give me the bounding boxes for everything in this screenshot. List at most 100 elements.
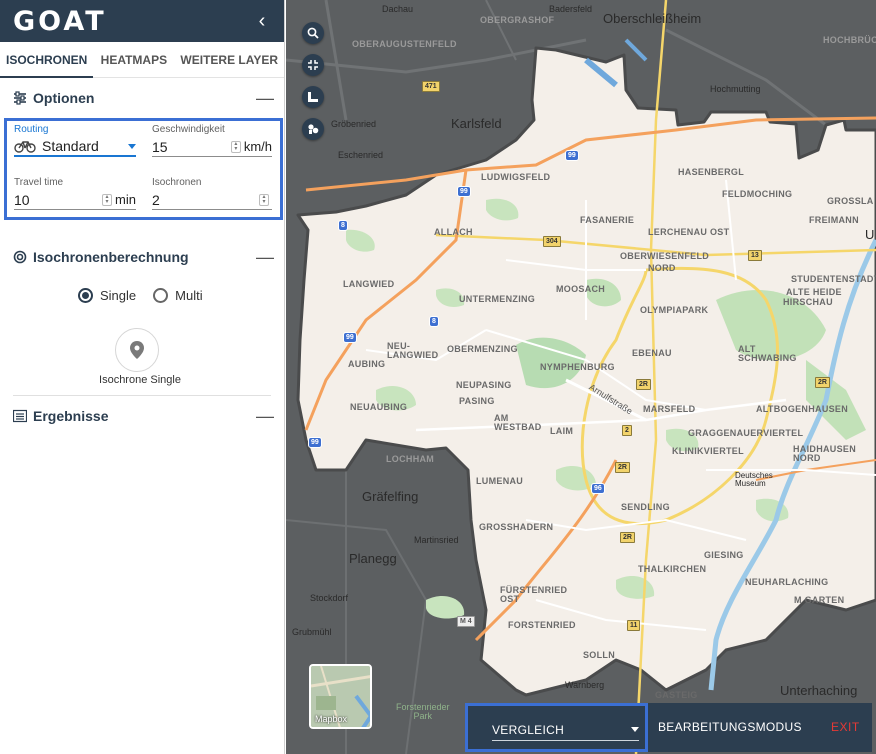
routing-label: Routing: [14, 124, 49, 135]
place-label: Unterhaching: [780, 683, 858, 698]
place-label: MARSFELD: [643, 404, 696, 414]
results-title: Ergebnisse: [33, 408, 109, 424]
tab-bar: ISOCHRONEN HEATMAPS WEITERE LAYER: [0, 42, 284, 78]
travel-time-input[interactable]: 10: [14, 192, 102, 208]
radio-multi-label[interactable]: Multi: [175, 288, 202, 303]
place-label: FORSTENRIED: [508, 620, 576, 630]
fullscreen-exit-button[interactable]: [302, 54, 324, 76]
radio-multi[interactable]: [153, 288, 169, 303]
travel-time-label: Travel time: [14, 177, 64, 188]
bottom-toolbar: VERGLEICH BEARBEITUNGSMODUS EXIT: [465, 703, 872, 752]
place-label: Gröbenried: [331, 119, 377, 129]
place-label: Karlsfeld: [451, 116, 502, 131]
place-label: FELDMOCHING: [722, 189, 793, 199]
options-highlight-box: Routing Standard Geschwindigkeit 15 ▴ ▾ k…: [4, 118, 283, 220]
sidebar: GOAT ‹ ISOCHRONEN HEATMAPS WEITERE LAYER…: [0, 0, 285, 754]
place-label: EBENAU: [632, 348, 672, 358]
place-label: SENDLING: [621, 502, 670, 512]
place-label: Hochmutting: [710, 84, 761, 94]
chevron-down-icon[interactable]: [128, 143, 136, 149]
road-shield: 2R: [615, 462, 630, 473]
edit-mode-button[interactable]: BEARBEITUNGSMODUS: [658, 720, 802, 734]
list-icon: [13, 409, 27, 423]
road-shield: 2: [622, 425, 632, 436]
place-label: STUDENTENSTADT: [791, 274, 876, 284]
place-label: ALTBOGENHAUSEN: [756, 404, 849, 414]
speed-unit: km/h: [243, 139, 272, 154]
isochrones-input[interactable]: 2: [152, 192, 259, 208]
place-label: Grubmühl: [292, 627, 332, 637]
collapse-calculation-icon[interactable]: —: [256, 248, 274, 266]
place-label: M GARTEN: [794, 595, 845, 605]
map-canvas[interactable]: [286, 0, 876, 754]
tab-isochronen[interactable]: ISOCHRONEN: [0, 42, 94, 78]
place-label: LUMENAU: [476, 476, 524, 486]
speed-field[interactable]: Geschwindigkeit 15 ▴ ▾ km/h: [152, 124, 272, 157]
collapse-results-icon[interactable]: —: [256, 407, 274, 425]
place-label: KLINIKVIERTEL: [672, 446, 744, 456]
place-label: Forstenrieder Park: [396, 702, 450, 721]
place-label: MOOSACH: [556, 284, 606, 294]
mode-radio-group: Single Multi: [78, 288, 203, 303]
options-section-header[interactable]: Optionen —: [0, 78, 284, 118]
travel-time-stepper-icon[interactable]: ▴ ▾: [102, 193, 113, 206]
app-header: GOAT ‹: [0, 0, 284, 42]
measure-button[interactable]: [302, 86, 324, 108]
place-label: Oberschleißheim: [603, 11, 702, 26]
place-label: Dachau: [382, 4, 414, 14]
place-label: UNTERMENZING: [459, 294, 536, 304]
basemap-switcher[interactable]: Mapbox: [309, 664, 372, 729]
isochrones-field[interactable]: Isochronen 2 ▴ ▾: [152, 177, 272, 210]
place-label: ALTE HEIDE: [786, 287, 842, 297]
place-label: GASTEIG: [655, 690, 698, 700]
collapse-options-icon[interactable]: —: [256, 89, 274, 107]
road-shield: 99: [308, 437, 322, 448]
place-label: THALKIRCHEN: [638, 564, 707, 574]
exit-button[interactable]: EXIT: [831, 720, 860, 734]
place-label: NORD: [648, 263, 676, 273]
place-label: HOCHBRÜCK: [823, 35, 876, 45]
mapbox-label: Mapbox: [315, 714, 348, 724]
map-layers-button[interactable]: [302, 118, 324, 140]
travel-time-field[interactable]: Travel time 10 ▴ ▾ min: [14, 177, 136, 210]
road-shield: 96: [591, 483, 605, 494]
map-pin-icon: [130, 341, 144, 359]
target-icon: [13, 250, 27, 264]
isochrone-single-button[interactable]: [115, 328, 159, 372]
place-label: OBERGRASHOF: [480, 15, 555, 25]
place-label: FÜRSTENRIED OST: [500, 585, 568, 604]
tab-weitere-layer[interactable]: WEITERE LAYER: [174, 42, 284, 78]
map-view[interactable]: Dachau Badersfeld Oberschleißheim OBERGR…: [286, 0, 876, 754]
speed-stepper-icon[interactable]: ▴ ▾: [230, 140, 241, 153]
place-label: LANGWIED: [343, 279, 395, 289]
compare-select[interactable]: VERGLEICH: [492, 719, 639, 741]
radio-single[interactable]: [78, 288, 93, 303]
speed-input[interactable]: 15: [152, 139, 231, 155]
place-label: U: [865, 227, 875, 242]
place-label: NYMPHENBURG: [540, 362, 615, 372]
road-shield: 2R: [636, 379, 651, 390]
chevron-down-icon[interactable]: [631, 727, 639, 732]
tab-heatmaps[interactable]: HEATMAPS: [93, 42, 174, 78]
chevron-left-icon[interactable]: ‹: [252, 11, 272, 31]
map-search-button[interactable]: [302, 22, 324, 44]
calculation-section-header[interactable]: Isochronenberechnung —: [0, 237, 284, 277]
isochrones-label: Isochronen: [152, 177, 202, 188]
routing-field[interactable]: Routing Standard: [14, 124, 136, 157]
place-label: SOLLN: [583, 650, 615, 660]
place-label: PASING: [459, 396, 495, 406]
compare-select-value: VERGLEICH: [492, 722, 565, 737]
road-shield: 2R: [620, 532, 635, 543]
place-label: HASENBERGL: [678, 167, 745, 177]
map-marker-icon: [308, 124, 319, 134]
road-shield: 13: [748, 250, 762, 261]
isochrones-stepper-icon[interactable]: ▴ ▾: [259, 193, 269, 206]
road-shield: M 4: [457, 616, 475, 627]
road-shield: 99: [343, 332, 357, 343]
place-label: NEUHARLACHING: [745, 577, 829, 587]
results-section-header[interactable]: Ergebnisse —: [0, 396, 284, 436]
place-label: GROSSHADERN: [479, 522, 554, 532]
place-label: NEUAUBING: [350, 402, 408, 412]
radio-single-label[interactable]: Single: [100, 288, 136, 303]
place-label: NEU- LANGWIED: [387, 341, 439, 360]
